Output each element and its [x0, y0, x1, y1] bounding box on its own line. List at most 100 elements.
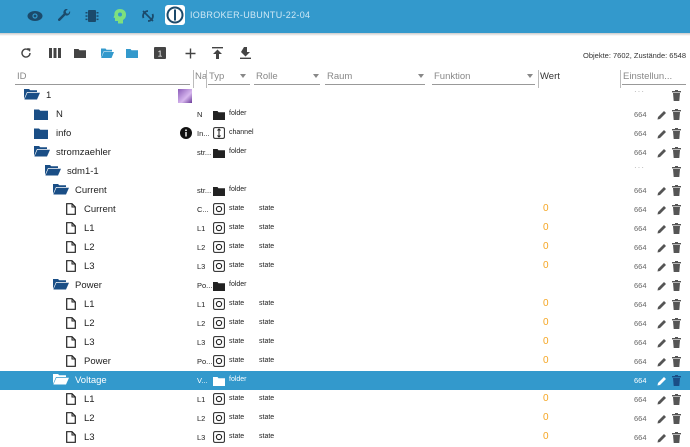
- column-role[interactable]: Rolle: [256, 71, 278, 82]
- edit-icon[interactable]: [657, 414, 667, 426]
- state-value[interactable]: 0: [543, 298, 549, 309]
- state-value[interactable]: 0: [543, 336, 549, 347]
- tree-row[interactable]: 1 ···: [0, 86, 690, 105]
- folder-open-icon[interactable]: [45, 164, 61, 178]
- state-value[interactable]: 0: [543, 355, 549, 366]
- folder-open-icon[interactable]: [34, 145, 50, 159]
- delete-icon[interactable]: [672, 109, 681, 122]
- function-dropdown-icon[interactable]: [527, 74, 533, 78]
- edit-icon[interactable]: [657, 395, 667, 407]
- column-function[interactable]: Funktion: [434, 71, 470, 82]
- tree-row[interactable]: L2 L2 state state 0 664: [0, 238, 690, 257]
- folder-open-icon[interactable]: [53, 183, 69, 197]
- columns-icon[interactable]: [47, 45, 63, 61]
- delete-icon[interactable]: [672, 128, 681, 141]
- tree-row[interactable]: L1 L1 state state 0 664: [0, 219, 690, 238]
- folder-icon[interactable]: [72, 45, 88, 61]
- delete-icon[interactable]: [672, 204, 681, 217]
- edit-icon[interactable]: [657, 262, 667, 274]
- tree-row[interactable]: Voltage V... folder 664: [0, 371, 690, 390]
- tree-row[interactable]: info In... channel 664: [0, 124, 690, 143]
- delete-icon[interactable]: [672, 413, 681, 426]
- tree-row[interactable]: N Nfolder 664: [0, 105, 690, 124]
- edit-icon[interactable]: [657, 205, 667, 217]
- type-dropdown-icon[interactable]: [240, 74, 246, 78]
- role-dropdown-icon[interactable]: [313, 74, 319, 78]
- edit-icon[interactable]: [657, 357, 667, 369]
- tree-row[interactable]: L2 L2 state state 0 664: [0, 409, 690, 428]
- eye-icon[interactable]: [26, 7, 44, 25]
- edit-icon[interactable]: [657, 243, 667, 255]
- folder-icon[interactable]: [34, 109, 48, 122]
- edit-icon[interactable]: [657, 338, 667, 350]
- delete-icon[interactable]: [672, 185, 681, 198]
- upload-icon[interactable]: [209, 45, 225, 61]
- folder-open-icon[interactable]: [24, 88, 40, 102]
- tree-row[interactable]: L3 L3 state state 0 664: [0, 257, 690, 276]
- brain-head-icon[interactable]: [111, 7, 129, 25]
- delete-icon[interactable]: [672, 147, 681, 160]
- edit-icon[interactable]: [657, 281, 667, 293]
- info-icon[interactable]: [180, 127, 192, 141]
- room-dropdown-icon[interactable]: [418, 74, 424, 78]
- tree-row[interactable]: Power Po... state state 0 664: [0, 352, 690, 371]
- download-icon[interactable]: [237, 45, 253, 61]
- level-one-icon[interactable]: 1: [152, 45, 168, 61]
- edit-icon[interactable]: [657, 376, 667, 388]
- delete-icon[interactable]: [672, 242, 681, 255]
- folder-icon[interactable]: [34, 128, 48, 141]
- edit-icon[interactable]: [657, 186, 667, 198]
- delete-icon[interactable]: [672, 280, 681, 293]
- state-value[interactable]: 0: [543, 412, 549, 423]
- folder-blue-icon[interactable]: [124, 45, 140, 61]
- delete-icon[interactable]: [672, 394, 681, 407]
- edit-icon[interactable]: [657, 224, 667, 236]
- tree-row[interactable]: Current C... state state 0 664: [0, 200, 690, 219]
- column-id[interactable]: ID: [17, 71, 27, 82]
- edit-icon[interactable]: [657, 129, 667, 141]
- tree-row[interactable]: sdm1-1 ···: [0, 162, 690, 181]
- delete-icon[interactable]: [672, 90, 681, 103]
- refresh-icon[interactable]: [18, 45, 34, 61]
- tree-row[interactable]: L3 L3 state state 0 664: [0, 333, 690, 352]
- folder-open-icon[interactable]: [99, 45, 115, 61]
- state-value[interactable]: 0: [543, 431, 549, 442]
- delete-icon[interactable]: [672, 318, 681, 331]
- state-value[interactable]: 0: [543, 393, 549, 404]
- tree-row[interactable]: L1 L1 state state 0 664: [0, 390, 690, 409]
- state-value[interactable]: 0: [543, 222, 549, 233]
- state-value[interactable]: 0: [543, 260, 549, 271]
- delete-icon[interactable]: [672, 356, 681, 369]
- tree-row[interactable]: L1 L1 state state 0 664: [0, 295, 690, 314]
- edit-icon[interactable]: [657, 319, 667, 331]
- folder-open-icon[interactable]: [53, 373, 69, 387]
- delete-icon[interactable]: [672, 432, 681, 445]
- edit-icon[interactable]: [657, 148, 667, 160]
- tree-row[interactable]: stromzaehler str... folder 664: [0, 143, 690, 162]
- delete-icon[interactable]: [672, 261, 681, 274]
- iobroker-logo-icon[interactable]: [165, 5, 185, 25]
- edit-icon[interactable]: [657, 433, 667, 445]
- tree-row[interactable]: L2 L2 state state 0 664: [0, 314, 690, 333]
- edit-icon[interactable]: [657, 110, 667, 122]
- column-type[interactable]: Typ: [209, 71, 224, 82]
- add-icon[interactable]: [182, 45, 198, 61]
- delete-icon[interactable]: [672, 223, 681, 236]
- edit-icon[interactable]: [657, 300, 667, 312]
- delete-icon[interactable]: [672, 375, 681, 388]
- delete-icon[interactable]: [672, 166, 681, 179]
- wrench-icon[interactable]: [55, 7, 73, 25]
- tree-row[interactable]: Power Po... folder 664: [0, 276, 690, 295]
- column-room[interactable]: Raum: [327, 71, 352, 82]
- delete-icon[interactable]: [672, 337, 681, 350]
- delete-icon[interactable]: [672, 299, 681, 312]
- tree-row[interactable]: Current str... folder 664: [0, 181, 690, 200]
- tree-row[interactable]: L3 L3 state state 0 664: [0, 428, 690, 447]
- state-value[interactable]: 0: [543, 241, 549, 252]
- object-id-label: N: [56, 109, 63, 120]
- chip-icon[interactable]: [83, 7, 101, 25]
- sync-off-icon[interactable]: [139, 7, 157, 25]
- state-value[interactable]: 0: [543, 317, 549, 328]
- state-value[interactable]: 0: [543, 203, 549, 214]
- folder-open-icon[interactable]: [53, 278, 69, 292]
